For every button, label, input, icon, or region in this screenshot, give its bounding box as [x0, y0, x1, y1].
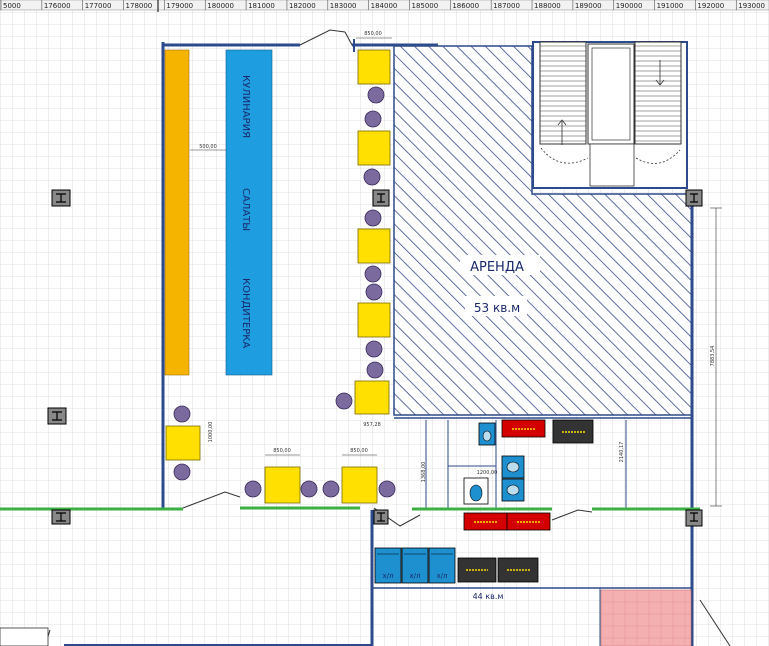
chair — [367, 86, 385, 104]
ruler-tick-label: 178000 — [126, 2, 153, 10]
chair — [363, 168, 381, 186]
top-ruler[interactable]: 5000 176000 177000 178000 179000 180000 181000… — [0, 0, 769, 11]
ruler-tick-label: 182000 — [289, 2, 316, 10]
salaty-label: САЛАТЫ — [240, 188, 251, 231]
chair — [335, 392, 353, 410]
ruler-tick-label: 184000 — [371, 2, 398, 10]
dim-label: 1368,00 — [421, 462, 427, 483]
fridge-label: х/л — [437, 572, 448, 580]
chair — [322, 480, 340, 498]
ruler-tick-label: 5000 — [3, 2, 21, 10]
dim-label: 850,00 — [364, 31, 382, 37]
column-icon — [685, 509, 703, 527]
fridge-label: х/л — [383, 572, 394, 580]
table — [357, 49, 391, 85]
chair — [364, 110, 382, 128]
column-icon — [47, 407, 67, 425]
column-icon — [685, 189, 703, 207]
rental-label: АРЕНДА — [470, 260, 524, 275]
chair — [365, 340, 383, 358]
floor-plan: 5000 176000 177000 178000 179000 180000 181000… — [0, 0, 769, 646]
dim-label: 1000,00 — [208, 422, 214, 443]
red-equipment — [463, 512, 508, 531]
dim-label: 850,00 — [350, 448, 368, 454]
kulinariya-label: КУЛИНАРИЯ — [240, 75, 251, 138]
ruler-tick-label: 181000 — [248, 2, 275, 10]
dim-label: 7883,54 — [710, 346, 716, 367]
chair — [378, 480, 396, 498]
chair — [366, 361, 384, 379]
ruler-tick-label: 185000 — [411, 2, 438, 10]
chair — [364, 209, 382, 227]
ruler-tick-label: 186000 — [452, 2, 479, 10]
rental-area-label: 53 кв.м — [474, 301, 520, 315]
lower-area-label: 44 кв.м — [473, 592, 504, 601]
konditerka-label: КОНДИТЕРКА — [240, 278, 251, 348]
ruler-tick-label: 189000 — [575, 2, 602, 10]
table — [357, 302, 391, 338]
floor-plan-drawing: 5000 176000 177000 178000 179000 180000 181000… — [0, 0, 769, 646]
column-icon — [51, 189, 71, 207]
table — [165, 425, 201, 461]
ruler-tick-label: 180000 — [207, 2, 234, 10]
chair — [365, 283, 383, 301]
staircase — [532, 41, 688, 189]
table — [354, 380, 390, 415]
table — [341, 466, 378, 504]
ruler-tick-label: 190000 — [616, 2, 643, 10]
ruler-tick-label: 187000 — [493, 2, 520, 10]
orange-counter — [164, 49, 190, 376]
pink-zone — [600, 589, 692, 646]
column-icon — [373, 509, 389, 525]
corner-box — [0, 627, 49, 646]
dim-label: 850,00 — [273, 448, 291, 454]
dim-label: 1200,00 — [477, 470, 498, 476]
dim-label: 2140,17 — [619, 442, 625, 463]
ruler-tick-label: 191000 — [657, 2, 684, 10]
chair — [300, 480, 318, 498]
dim-label: 500,00 — [199, 144, 217, 150]
ruler-tick-label: 193000 — [738, 2, 765, 10]
column-icon — [372, 189, 390, 207]
ruler-tick-label: 177000 — [85, 2, 112, 10]
table — [357, 130, 391, 166]
table — [357, 228, 391, 264]
column-icon — [51, 509, 71, 525]
chair — [364, 265, 382, 283]
dim-label: 957,28 — [363, 422, 381, 428]
red-equipment — [501, 419, 546, 438]
table — [264, 466, 301, 504]
ruler-tick-label: 179000 — [166, 2, 193, 10]
ruler-tick-label: 176000 — [44, 2, 71, 10]
ruler-tick-label: 183000 — [330, 2, 357, 10]
ruler-tick-label: 188000 — [534, 2, 561, 10]
chair — [173, 405, 191, 423]
fridge-label: х/л — [410, 572, 421, 580]
chair — [244, 480, 262, 498]
chair — [173, 463, 191, 481]
glass-walls — [0, 506, 700, 511]
ruler-tick-label: 192000 — [697, 2, 724, 10]
red-equipment — [506, 512, 551, 531]
fridges: х/л х/л х/л — [374, 547, 456, 584]
